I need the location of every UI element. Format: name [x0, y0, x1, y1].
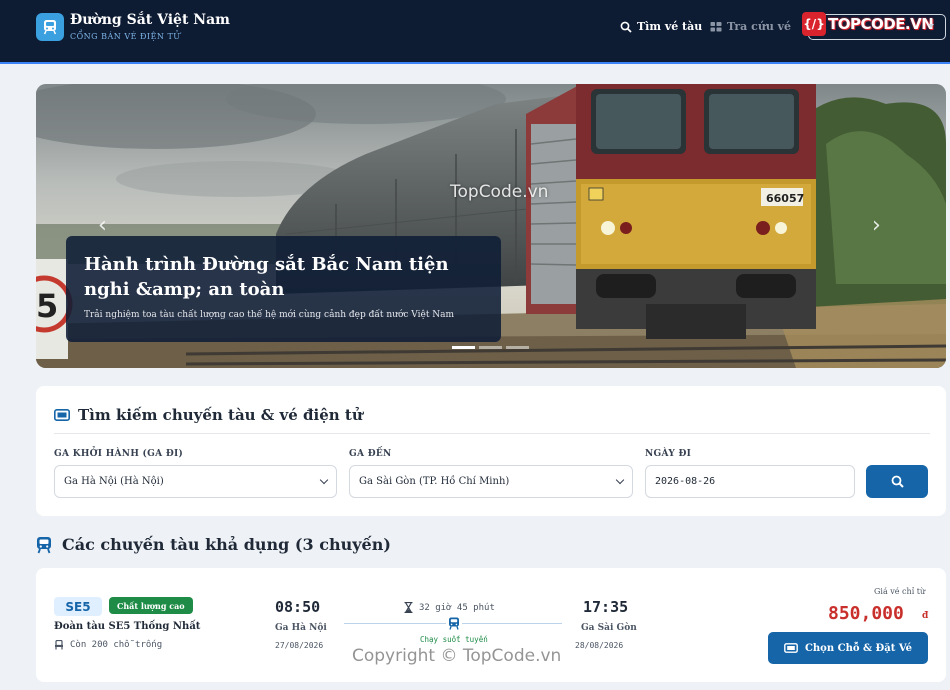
topcode-logo-text: TOPCODE.VN	[828, 15, 934, 33]
search-title: Tìm kiếm chuyến tàu & vé điện tử	[78, 406, 363, 424]
arrive-time: 17:35	[583, 598, 629, 616]
grid-icon	[710, 21, 722, 31]
carousel-next-button[interactable]: ›	[872, 214, 886, 238]
copyright-watermark: Copyright © TopCode.vn	[352, 646, 562, 666]
seats-text: Còn 200 chỗ trống	[70, 640, 163, 650]
train-icon	[446, 615, 462, 631]
svg-text:5: 5	[36, 287, 58, 325]
price-label: Giá vé chỉ từ	[874, 587, 926, 596]
to-station-select[interactable]: Ga Sài Gòn (TP. Hồ Chí Minh)	[349, 465, 633, 498]
nav-lookup-tickets[interactable]: Tra cứu vé	[710, 20, 791, 33]
hero-carousel: 66057 5 ‹ › Hành trình Đường sắt Bắc Nam…	[36, 84, 946, 368]
carousel-prev-button[interactable]: ‹	[98, 214, 112, 238]
train-icon	[37, 536, 51, 553]
chevron-down-icon	[928, 24, 934, 28]
results-heading: Các chuyến tàu khả dụng (3 chuyến)	[36, 535, 391, 554]
hero-title: Hành trình Đường sắt Bắc Nam tiện nghi &…	[84, 254, 449, 300]
to-station-value: Ga Sài Gòn (TP. Hồ Chí Minh)	[359, 476, 510, 487]
chevron-down-icon	[615, 475, 625, 485]
search-icon	[620, 21, 632, 33]
search-heading: Tìm kiếm chuyến tàu & vé điện tử	[54, 406, 363, 424]
carousel-indicator-1[interactable]	[452, 346, 475, 349]
ticket-icon	[54, 409, 70, 421]
topcode-watermark: TopCode.vn	[450, 182, 549, 202]
depart-time: 08:50	[275, 598, 321, 616]
depart-station: Ga Hà Nội	[275, 623, 327, 633]
divider	[54, 433, 930, 434]
ticket-icon	[784, 643, 798, 653]
chevron-down-icon	[319, 475, 329, 485]
train-code-badge: SE5	[54, 597, 102, 616]
topcode-watermark-logo: {/} TOPCODE.VN	[802, 12, 934, 36]
to-label: GA ĐẾN	[349, 449, 392, 459]
hero-subtitle: Trải nghiệm toa tàu chất lượng cao thế h…	[84, 310, 455, 320]
train-logo-icon	[36, 12, 64, 41]
from-station-select[interactable]: Ga Hà Nội (Hà Nội)	[54, 465, 337, 498]
nav-lookup-label: Tra cứu vé	[727, 20, 792, 33]
departure-date-input[interactable]: 2026-08-26	[645, 465, 855, 498]
hourglass-icon	[404, 602, 413, 613]
carousel-indicator-2[interactable]	[479, 346, 502, 349]
book-button-label: Chọn Chỗ & Đặt Vé	[804, 642, 913, 654]
brand[interactable]: Đường Sắt Việt Nam CỔNG BÁN VÉ ĐIỆN TỬ	[36, 12, 230, 41]
top-navbar: Đường Sắt Việt Nam CỔNG BÁN VÉ ĐIỆN TỬ T…	[0, 0, 950, 64]
carousel-indicator-3[interactable]	[506, 346, 529, 349]
nav-search-label: Tìm vé tàu	[637, 20, 703, 33]
route-note: Chạy suốt tuyến	[420, 635, 488, 644]
brand-name: Đường Sắt Việt Nam	[70, 12, 230, 28]
quality-badge: Chất lượng cao	[109, 597, 193, 614]
depart-date: 27/08/2026	[275, 641, 324, 650]
arrive-date: 28/08/2026	[575, 641, 624, 650]
seat-icon	[55, 640, 63, 650]
hero-caption: Hành trình Đường sắt Bắc Nam tiện nghi &…	[66, 236, 501, 342]
seats-available: Còn 200 chỗ trống	[54, 640, 162, 650]
nav-search-tickets[interactable]: Tìm vé tàu	[620, 20, 702, 33]
train-name: Đoàn tàu SE5 Thống Nhất	[54, 621, 201, 632]
select-seat-book-button[interactable]: Chọn Chỗ & Đặt Vé	[768, 632, 928, 664]
from-station-value: Ga Hà Nội (Hà Nội)	[64, 476, 164, 487]
departure-date-value: 2026-08-26	[655, 476, 716, 487]
trip-duration: 32 giờ 45 phút	[404, 602, 495, 613]
search-icon	[891, 475, 904, 488]
price-currency: đ	[922, 611, 929, 621]
search-button[interactable]	[866, 465, 928, 498]
brand-subtitle: CỔNG BÁN VÉ ĐIỆN TỬ	[70, 32, 181, 41]
arrive-station: Ga Sài Gòn	[581, 623, 637, 633]
from-label: GA KHỞI HÀNH (GA ĐI)	[54, 449, 184, 459]
locomotive-number: 66057	[766, 192, 804, 205]
duration-text: 32 giờ 45 phút	[419, 602, 495, 613]
code-brackets-icon: {/}	[802, 12, 826, 36]
carousel-indicators	[452, 346, 529, 349]
date-label: NGÀY ĐI	[645, 449, 692, 459]
search-panel: Tìm kiếm chuyến tàu & vé điện tử GA KHỞI…	[36, 386, 946, 516]
results-title: Các chuyến tàu khả dụng (3 chuyến)	[62, 535, 391, 554]
price-value: 850,000	[828, 603, 904, 624]
